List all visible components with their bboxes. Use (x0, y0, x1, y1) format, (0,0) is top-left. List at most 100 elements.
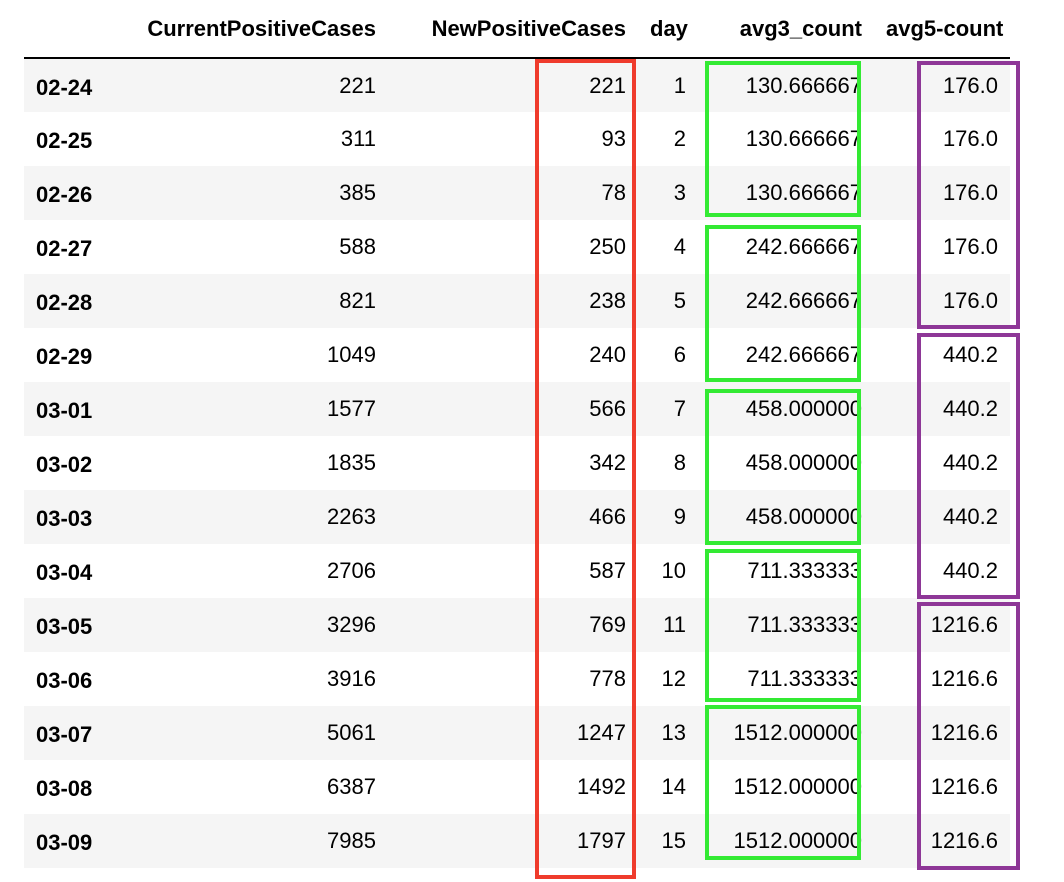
cell-avg5-count: 440.2 (942, 396, 998, 421)
cell-avg3-count: 711.333333 (747, 612, 862, 637)
cell-day: 2 (673, 126, 686, 151)
table-body: 02-24 221 221 1 130.666667 176.0 02-25 311 93 2 13… (24, 58, 1010, 868)
table-row: 02-26 385 78 3 130.666667 176.0 (24, 166, 1010, 220)
cell-avg5-count: 176.0 (942, 234, 998, 259)
table-row: 03-04 2706 587 10 711.333333 440.2 (24, 544, 1010, 598)
col-header-new-positive-cases: NewPositiveCases (388, 0, 638, 59)
cell-avg5-count: 440.2 (942, 504, 998, 529)
cell-day: 13 (661, 720, 686, 745)
cell-new-positive-cases: 466 (589, 504, 626, 529)
cell-new-positive-cases: 240 (589, 342, 626, 367)
cell-day: 8 (673, 450, 686, 475)
cell-current-positive-cases: 221 (339, 72, 376, 98)
cell-day: 1 (673, 72, 686, 98)
cell-current-positive-cases: 5061 (327, 720, 376, 745)
cell-avg5-count: 176.0 (942, 126, 998, 151)
cell-current-positive-cases: 1835 (327, 450, 376, 475)
cell-new-positive-cases: 238 (589, 288, 626, 313)
cell-avg5-count: 1216.6 (930, 666, 998, 691)
cell-current-positive-cases: 385 (339, 180, 376, 205)
index-header (24, 0, 114, 59)
cell-current-positive-cases: 588 (339, 234, 376, 259)
cell-current-positive-cases: 2263 (327, 504, 376, 529)
cell-day: 15 (661, 828, 686, 853)
row-index: 03-07 (36, 722, 93, 747)
row-index: 03-01 (36, 398, 93, 423)
cell-avg5-count: 176.0 (942, 72, 998, 98)
cell-avg5-count: 440.2 (942, 342, 998, 367)
cell-avg3-count: 130.666667 (745, 72, 862, 98)
col-header-current-positive-cases: CurrentPositiveCases (114, 0, 388, 59)
cell-current-positive-cases: 7985 (327, 828, 376, 853)
table-row: 03-01 1577 566 7 458.000000 440.2 (24, 382, 1010, 436)
cell-day: 5 (673, 288, 686, 313)
col-header-avg3-count: avg3_count (698, 0, 874, 59)
cell-avg3-count: 711.333333 (747, 666, 862, 691)
cell-new-positive-cases: 778 (589, 666, 626, 691)
header-row: CurrentPositiveCases NewPositiveCases da… (24, 0, 1010, 59)
row-index: 03-02 (36, 452, 93, 477)
cell-avg3-count: 1512.000000 (733, 720, 862, 745)
cell-new-positive-cases: 78 (601, 180, 626, 205)
cell-avg5-count: 440.2 (942, 450, 998, 475)
cell-avg3-count: 130.666667 (745, 126, 862, 151)
col-header-day: day (638, 0, 698, 59)
cell-avg5-count: 176.0 (942, 180, 998, 205)
cell-avg5-count: 1216.6 (930, 774, 998, 799)
cell-new-positive-cases: 1797 (577, 828, 626, 853)
cell-avg5-count: 176.0 (942, 288, 998, 313)
cell-new-positive-cases: 250 (589, 234, 626, 259)
col-header-avg5-count: avg5-count (874, 0, 1010, 59)
cell-new-positive-cases: 342 (589, 450, 626, 475)
cell-avg3-count: 1512.000000 (733, 828, 862, 853)
table-row: 03-03 2263 466 9 458.000000 440.2 (24, 490, 1010, 544)
cell-current-positive-cases: 2706 (327, 558, 376, 583)
cell-avg3-count: 130.666667 (745, 180, 862, 205)
row-index: 03-06 (36, 668, 93, 693)
cell-day: 7 (673, 396, 686, 421)
row-index: 02-26 (36, 182, 93, 207)
cell-day: 9 (673, 504, 686, 529)
table-row: 03-08 6387 1492 14 1512.000000 1216.6 (24, 760, 1010, 814)
cell-day: 3 (673, 180, 686, 205)
cell-current-positive-cases: 6387 (327, 774, 376, 799)
cell-avg3-count: 458.000000 (745, 396, 862, 421)
table-row: 03-02 1835 342 8 458.000000 440.2 (24, 436, 1010, 490)
row-index: 03-03 (36, 506, 93, 531)
cell-avg5-count: 1216.6 (930, 720, 998, 745)
table-row: 02-25 311 93 2 130.666667 176.0 (24, 112, 1010, 166)
cell-current-positive-cases: 311 (340, 126, 376, 151)
row-index: 02-27 (36, 236, 93, 261)
table-row: 02-28 821 238 5 242.666667 176.0 (24, 274, 1010, 328)
row-index: 03-04 (36, 560, 93, 585)
table-row: 03-06 3916 778 12 711.333333 1216.6 (24, 652, 1010, 706)
cell-day: 10 (661, 558, 686, 583)
cell-current-positive-cases: 3296 (327, 612, 376, 637)
cell-avg5-count: 440.2 (942, 558, 998, 583)
row-index: 02-29 (36, 344, 93, 369)
cell-day: 6 (673, 342, 686, 367)
cell-day: 11 (663, 612, 686, 637)
cell-avg3-count: 1512.000000 (733, 774, 862, 799)
cell-current-positive-cases: 3916 (327, 666, 376, 691)
cell-avg3-count: 458.000000 (745, 504, 862, 529)
table-row: 03-09 7985 1797 15 1512.000000 1216.6 (24, 814, 1010, 868)
table-row: 02-29 1049 240 6 242.666667 440.2 (24, 328, 1010, 382)
cell-avg3-count: 711.333333 (747, 558, 862, 583)
cell-new-positive-cases: 93 (601, 126, 626, 151)
cell-avg3-count: 242.666667 (745, 234, 862, 259)
cell-day: 14 (661, 774, 686, 799)
cell-current-positive-cases: 821 (339, 288, 376, 313)
dataframe-table: CurrentPositiveCases NewPositiveCases da… (24, 0, 1010, 868)
cell-day: 12 (661, 666, 686, 691)
cell-new-positive-cases: 1492 (577, 774, 626, 799)
cell-avg3-count: 242.666667 (745, 342, 862, 367)
cell-avg5-count: 1216.6 (930, 612, 998, 637)
table-row: 03-07 5061 1247 13 1512.000000 1216.6 (24, 706, 1010, 760)
cell-avg3-count: 458.000000 (745, 450, 862, 475)
cell-new-positive-cases: 1247 (577, 720, 626, 745)
cell-current-positive-cases: 1577 (327, 396, 376, 421)
cell-day: 4 (673, 234, 686, 259)
table-row: 03-05 3296 769 11 711.333333 1216.6 (24, 598, 1010, 652)
row-index: 02-28 (36, 290, 93, 315)
